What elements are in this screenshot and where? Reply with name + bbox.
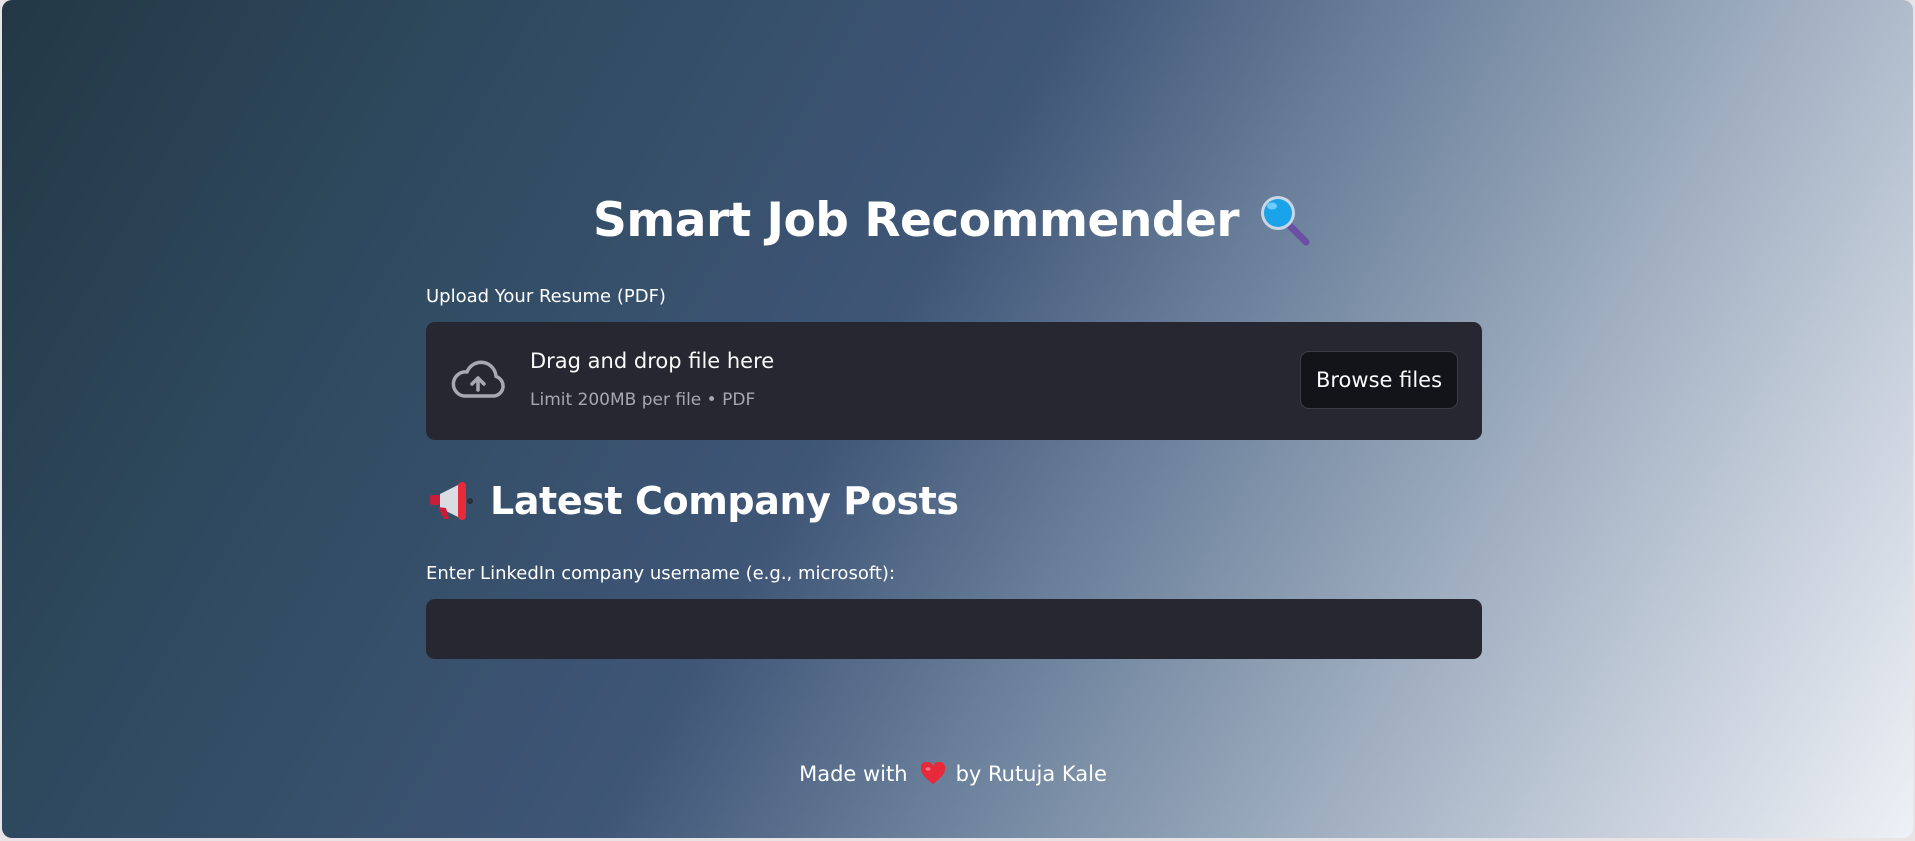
- file-dropzone[interactable]: Drag and drop file here Limit 200MB per …: [426, 322, 1482, 440]
- footer-author: by Rutuja Kale: [955, 762, 1107, 786]
- megaphone-icon: [428, 478, 474, 524]
- dropzone-limit-text: Limit 200MB per file • PDF: [530, 390, 756, 410]
- heart-icon: [920, 761, 946, 786]
- footer-prefix: Made with: [799, 762, 908, 786]
- app-background: Smart Job Recommender Upload Your Resume…: [2, 0, 1913, 838]
- page-title: Smart Job Recommender: [592, 192, 1240, 248]
- dropzone-title: Drag and drop file here: [530, 349, 775, 373]
- title-row: Smart Job Recommender: [424, 192, 1482, 248]
- footer: Made with by Rutuja Kale: [424, 761, 1482, 786]
- browse-files-button[interactable]: Browse files: [1300, 351, 1458, 409]
- section-title: Latest Company Posts: [490, 479, 959, 523]
- posts-section-header: Latest Company Posts: [428, 478, 959, 524]
- magnifying-glass-icon: [1257, 192, 1313, 248]
- company-username-label: Enter LinkedIn company username (e.g., m…: [426, 563, 896, 584]
- main-container: Smart Job Recommender Upload Your Resume…: [424, 0, 1482, 838]
- company-username-input[interactable]: [426, 599, 1482, 659]
- upload-label: Upload Your Resume (PDF): [426, 286, 666, 307]
- cloud-upload-icon: [450, 358, 506, 402]
